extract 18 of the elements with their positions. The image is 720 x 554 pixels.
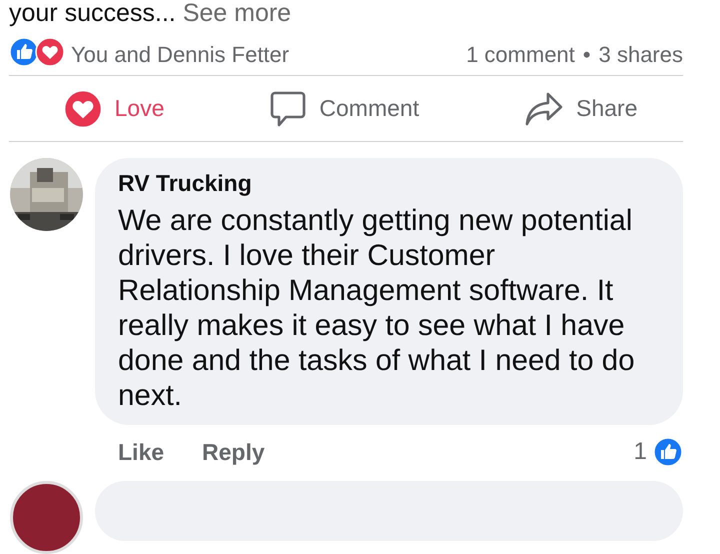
love-button[interactable]: Love bbox=[52, 82, 174, 135]
post-text: your success... See more bbox=[8, 0, 292, 26]
like-icon bbox=[653, 437, 683, 468]
reaction-summary[interactable]: You and Dennis Fetter bbox=[71, 42, 290, 68]
comment-button[interactable]: Comment bbox=[259, 84, 430, 134]
like-count: 1 bbox=[634, 438, 647, 466]
share-button[interactable]: Share bbox=[514, 84, 648, 133]
comment-text: We are constantly getting new potential drivers. I love their Customer Relationship Management software. It really makes it easy to see what I have done and the tasks of what I need to do next. bbox=[118, 203, 636, 414]
see-more-link[interactable]: See more bbox=[182, 0, 292, 27]
share-count[interactable]: 3 shares bbox=[598, 42, 683, 68]
reply-link[interactable]: Reply bbox=[202, 438, 265, 466]
speech-bubble-icon bbox=[269, 90, 308, 128]
like-link[interactable]: Like bbox=[118, 438, 164, 466]
like-icon bbox=[9, 36, 39, 67]
comment-count[interactable]: 1 comment bbox=[466, 42, 575, 68]
separator-dot: • bbox=[582, 42, 591, 68]
comment-author[interactable]: RV Trucking bbox=[118, 170, 659, 198]
share-arrow-icon bbox=[524, 90, 564, 127]
